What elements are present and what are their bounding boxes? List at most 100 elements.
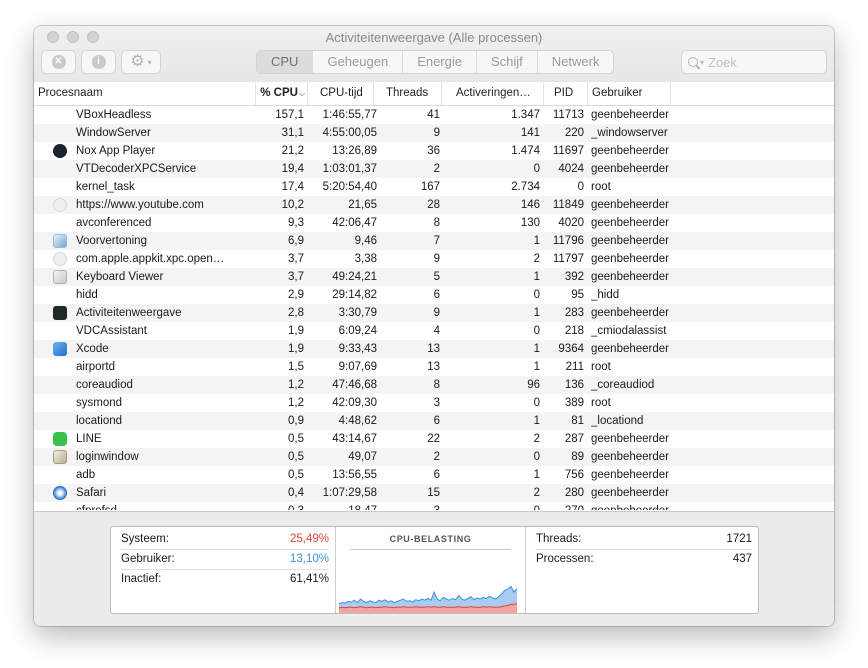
table-row[interactable]: adb 0,5 13:56,55 6 1 756 geenbeheerder [34,466,834,484]
cell-cpu-time: 5:20:54,40 [322,181,377,193]
activity-monitor-window: Activiteitenweergave (Alle processen) ✕ … [34,26,834,626]
cell-process-name: Safari [76,487,107,499]
cpu-load-graph [339,585,517,613]
column-header-cpu[interactable]: % CPU⌵ [256,82,308,105]
cell-cpu-time: 13:56,55 [332,469,377,481]
cell-process-name: Nox App Player [76,145,156,157]
cell-cpu-time: 29:14,82 [332,289,377,301]
cell-user: geenbeheerder [591,109,669,121]
tab-memory[interactable]: Geheugen [313,51,404,73]
cell-process-name: VBoxHeadless [76,109,152,121]
table-row[interactable]: Nox App Player 21,2 13:26,89 36 1.474 11697 ge… [34,142,834,160]
cell-pid: 389 [564,397,584,409]
cell-user: geenbeheerder [591,451,669,463]
table-row[interactable]: WindowServer 31,1 4:55:00,05 9 141 220 _window… [34,124,834,142]
cell-cpu-time: 43:14,67 [332,433,377,445]
cell-cpu: 1,9 [288,325,304,337]
tab-energy[interactable]: Energie [403,51,477,73]
table-row[interactable]: Safari 0,4 1:07:29,58 15 2 280 geenbeheerder [34,484,834,502]
cell-cpu: 10,2 [281,199,304,211]
column-header-threads[interactable]: Threads [374,82,442,105]
cell-pid: 270 [546,502,584,510]
column-header-cpu-time[interactable]: CPU-tijd [308,82,374,105]
tab-cpu[interactable]: CPU [257,51,314,73]
table-row[interactable]: cfprefsd 0,3 18,47 3 0 270 geenbeheerder [34,502,834,510]
column-header-label: PID [554,87,574,99]
table-row[interactable]: com.apple.appkit.xpc.open… 3,7 3,38 9 2 11797… [34,250,834,268]
column-header-pid[interactable]: PID [544,82,588,105]
table-row[interactable]: airportd 1,5 9:07,69 13 1 211 root [34,358,834,376]
column-header-label: CPU-tijd [320,87,363,99]
cell-threads: 9 [433,253,440,265]
table-row[interactable]: loginwindow 0,5 49,07 2 0 89 geenbeheerder [34,448,834,466]
table-row[interactable]: avconferenced 9,3 42:06,47 8 130 4020 geenbehe… [34,214,834,232]
search-field[interactable]: ▾ [681,50,827,74]
table-row[interactable]: Xcode 1,9 9:33,43 13 1 9364 geenbeheerder [34,340,834,358]
action-menu-button[interactable]: ⚙ ▾ [121,50,161,74]
table-row[interactable]: VBoxHeadless 157,1 1:46:55,77 41 1.347 11713 g… [34,106,834,124]
cell-user: geenbeheerder [591,271,669,283]
info-icon: i [91,55,106,69]
table-row[interactable]: coreaudiod 1,2 47:46,68 8 96 136 _coreaudiod [34,376,834,394]
table-row[interactable]: sysmond 1,2 42:09,30 3 0 389 root [34,394,834,412]
cell-cpu: 0,3 [256,502,304,510]
cell-pid: 392 [564,271,584,283]
window-title: Activiteitenweergave (Alle processen) [325,30,543,45]
cell-pid: 287 [564,433,584,445]
line-icon [53,432,67,446]
cell-wakeups: 1 [533,469,540,481]
table-row[interactable]: Activiteitenweergave 2,8 3:30,79 9 1 283 geenb… [34,304,834,322]
cell-pid: 81 [571,415,584,427]
table-row[interactable]: https://www.youtube.com 10,2 21,65 28 146 118… [34,196,834,214]
cell-wakeups: 0 [533,289,540,301]
tab-disk[interactable]: Schijf [477,51,538,73]
table-row[interactable]: locationd 0,9 4:48,62 6 1 81 _locationd [34,412,834,430]
webpage-icon [53,198,67,212]
activity-monitor-icon [53,306,67,320]
cell-pid: 89 [571,451,584,463]
cell-user: _locationd [591,415,644,427]
stat-processes-value: 437 [732,553,752,565]
stat-user-value: 13,10% [289,553,329,565]
table-row[interactable]: VTDecoderXPCService 19,4 1:03:01,37 2 0 4024 g… [34,160,834,178]
category-tabs: CPU Geheugen Energie Schijf Netwerk [256,50,615,74]
cell-cpu: 0,5 [288,451,304,463]
cell-cpu-time: 9:07,69 [338,361,377,373]
cell-wakeups: 146 [520,199,540,211]
table-row[interactable]: Keyboard Viewer 3,7 49:24,21 5 1 392 geenbehee… [34,268,834,286]
cell-cpu: 0,5 [288,469,304,481]
column-header-user[interactable]: Gebruiker [588,82,671,105]
stat-idle-value: 61,41% [289,573,329,585]
table-row[interactable]: hidd 2,9 29:14,82 6 0 95 _hidd [34,286,834,304]
tab-network[interactable]: Netwerk [538,51,614,73]
cell-user: geenbeheerder [591,235,669,247]
cell-process-name: Keyboard Viewer [76,271,164,283]
cell-user: _coreaudiod [591,379,655,391]
cell-threads: 6 [433,469,440,481]
inspect-process-button[interactable]: i [81,50,116,74]
cell-cpu: 1,5 [288,361,304,373]
column-header-process-name[interactable]: Procesnaam [34,82,256,105]
process-table: VBoxHeadless 157,1 1:46:55,77 41 1.347 11713 g… [34,106,834,510]
cell-user: geenbeheerder [591,307,669,319]
cell-process-name: adb [76,469,96,481]
table-row[interactable]: kernel_task 17,4 5:20:54,40 167 2.734 0 root [34,178,834,196]
cell-cpu-time: 13:26,89 [332,145,377,157]
cell-pid: 95 [571,289,584,301]
cell-wakeups: 0 [533,163,540,175]
search-input[interactable] [708,54,809,70]
cell-user: geenbeheerder [591,487,669,499]
cell-threads: 13 [427,343,440,355]
cell-pid: 0 [577,181,584,193]
cell-threads: 2 [433,163,440,175]
cell-pid: 280 [564,487,584,499]
cell-user: _cmiodalassist [591,325,667,337]
column-header-wakeups[interactable]: Activeringen… [442,82,544,105]
cell-wakeups: 1.347 [511,109,540,121]
cell-process-name: kernel_task [76,181,135,193]
table-row[interactable]: Voorvertoning 6,9 9,46 7 1 11796 geenbeheerder [34,232,834,250]
stop-process-button[interactable]: ✕ [41,50,76,74]
table-row[interactable]: LINE 0,5 43:14,67 22 2 287 geenbeheerder [34,430,834,448]
cell-wakeups: 0 [533,451,540,463]
table-row[interactable]: VDCAssistant 1,9 6:09,24 4 0 218 _cmiodalassis… [34,322,834,340]
